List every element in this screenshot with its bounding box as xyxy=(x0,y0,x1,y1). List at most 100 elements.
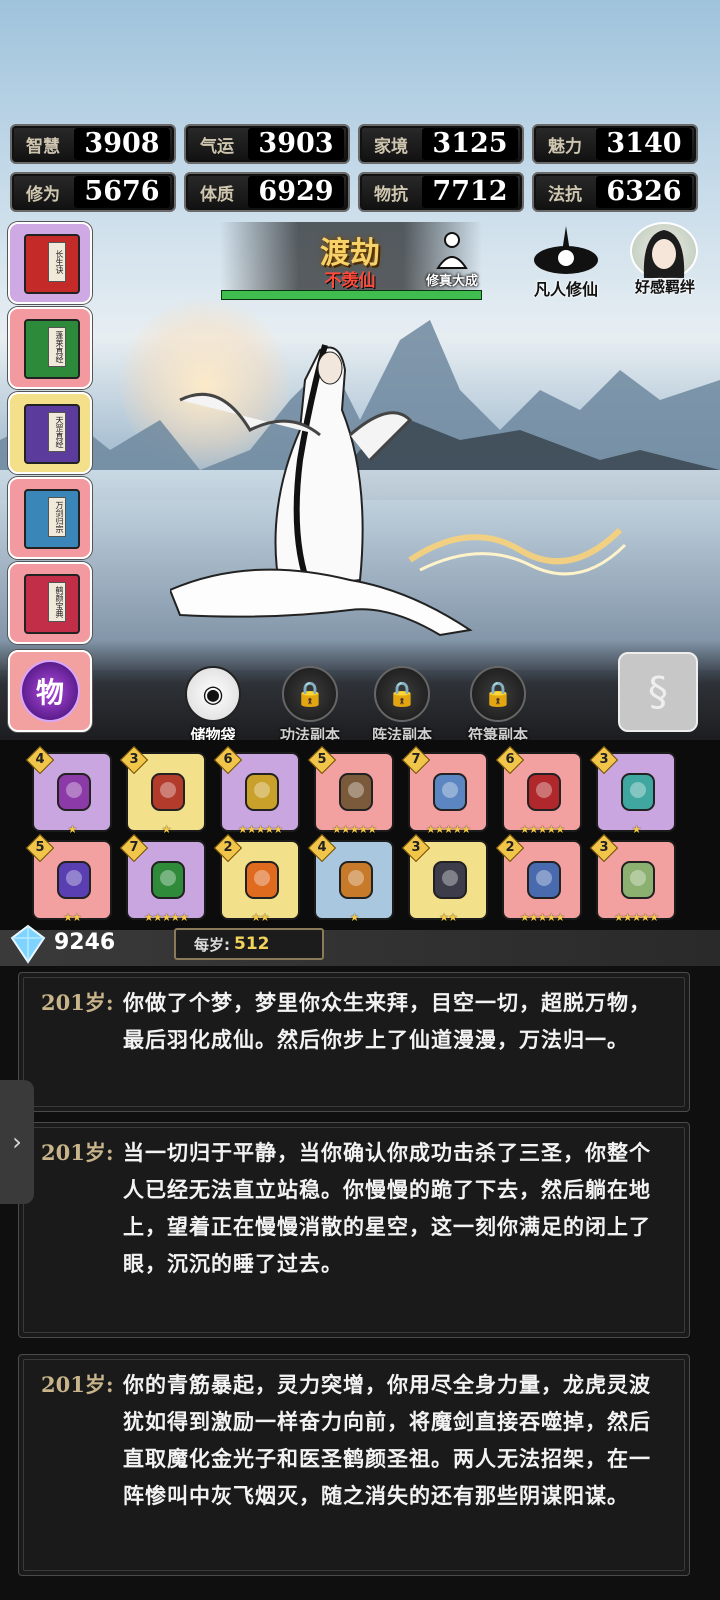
stat-label: 家境 xyxy=(374,136,408,157)
side-drawer-toggle[interactable]: › xyxy=(0,1080,34,1204)
level-value: 2 xyxy=(223,840,233,855)
equipment-icon xyxy=(334,768,378,816)
equipment-icon xyxy=(616,856,660,904)
skill-book-button[interactable]: 天罡真经 xyxy=(8,392,92,474)
equipment-icon xyxy=(52,768,96,816)
per-year-badge: 每岁: 512 xyxy=(174,928,324,960)
inventory-item[interactable]: 3 ★ xyxy=(119,745,206,836)
level-value: 5 xyxy=(317,752,327,767)
level-badge: 3 xyxy=(589,833,619,863)
star-rating: ★★★★★ xyxy=(519,911,565,924)
inventory-item[interactable]: 6 ★★★★★ xyxy=(495,745,582,836)
log-age: 201岁: xyxy=(41,1140,114,1165)
skill-book-button[interactable]: 蓬莱真经 xyxy=(8,307,92,389)
inventory-item[interactable]: 3 ★ xyxy=(589,745,676,836)
crystal-count: 9246 xyxy=(54,930,116,955)
level-badge: 6 xyxy=(495,745,525,775)
book-title: 蓬莱真经 xyxy=(48,327,66,367)
stat-label: 智慧 xyxy=(26,136,60,157)
star-rating: ★★★★★ xyxy=(331,823,377,836)
level-badge: 4 xyxy=(307,833,337,863)
lock-icon: 🔒 xyxy=(470,666,526,722)
inventory-item[interactable]: 3 ★★★★★ xyxy=(589,833,676,924)
equipment-icon xyxy=(522,856,566,904)
equipment-icon xyxy=(240,768,284,816)
stat-value: 3125 xyxy=(422,128,518,160)
log-entry: 201岁: 你做了个梦，梦里你众生来拜，目空一切，超脱万物，最后羽化成仙。然后你步… xyxy=(18,972,690,1112)
log-text: 当一切归于平静，当你确认你成功击杀了三圣，你整个人已经无法直立站稳。你慢慢的跪了… xyxy=(123,1141,651,1276)
level-badge: 2 xyxy=(495,833,525,863)
level-value: 2 xyxy=(505,840,515,855)
scroll-button[interactable]: § xyxy=(618,652,698,732)
life-log[interactable]: 201岁: 你做了个梦，梦里你众生来拜，目空一切，超脱万物，最后羽化成仙。然后你步… xyxy=(0,966,720,1600)
talisman-dungeon-tab[interactable]: 🔒 符箓副本 xyxy=(450,666,546,746)
book-title: 长生诀 xyxy=(48,242,66,282)
level-badge: 3 xyxy=(589,745,619,775)
skill-book-button[interactable]: 长生诀 xyxy=(8,222,92,304)
log-text: 你的青筋暴起，灵力突增，你用尽全身力量，龙虎灵波犹如得到激励一样奋力向前，将魔剑… xyxy=(123,1373,651,1508)
equipment-icon xyxy=(334,856,378,904)
level-value: 3 xyxy=(129,752,139,767)
star-rating: ★★★★★ xyxy=(519,823,565,836)
equipment-icon xyxy=(146,856,190,904)
level-badge: 2 xyxy=(213,833,243,863)
equipment-icon xyxy=(522,768,566,816)
inventory-item[interactable]: 4 ★ xyxy=(25,745,112,836)
star-rating: ★ xyxy=(67,823,78,836)
realm-subtitle: 不羡仙 xyxy=(324,271,376,291)
stat-box: 法抗 6326 xyxy=(532,172,698,212)
stat-label: 魅力 xyxy=(548,136,582,157)
skill-book-button[interactable]: 鹤颜宝典 xyxy=(8,562,92,644)
stat-box: 体质 6929 xyxy=(184,172,350,212)
spirit-crystal-icon xyxy=(10,924,46,964)
lock-icon: 🔒 xyxy=(282,666,338,722)
formation-dungeon-tab[interactable]: 🔒 阵法副本 xyxy=(354,666,450,746)
inventory-item[interactable]: 3 ★★ xyxy=(401,833,488,924)
inventory-item[interactable]: 7 ★★★★★ xyxy=(119,833,206,924)
item-badge-button[interactable]: 物 xyxy=(8,650,92,732)
inventory-grid: 4 ★ 3 ★ 6 ★★★★★ 5 ★★★★★ 7 ★★★★★ 6 ★★★★★ 3 ★ 5 ★★ 7 ★★★★★ 2… xyxy=(0,740,720,930)
affinity-button[interactable] xyxy=(630,222,698,280)
stat-value: 3908 xyxy=(74,128,170,160)
level-value: 7 xyxy=(129,840,139,855)
star-rating: ★★ xyxy=(251,911,270,924)
star-rating: ★★ xyxy=(63,911,82,924)
technique-dungeon-tab[interactable]: 🔒 功法副本 xyxy=(262,666,358,746)
star-rating: ★ xyxy=(631,823,642,836)
mortal-cultivation-button[interactable] xyxy=(530,222,602,278)
level-value: 3 xyxy=(599,840,609,855)
scroll-icon: § xyxy=(648,669,668,715)
inventory-item[interactable]: 2 ★★★★★ xyxy=(495,833,582,924)
skill-book-button[interactable]: 万剑归宗 xyxy=(8,477,92,559)
level-badge: 7 xyxy=(119,833,149,863)
level-value: 3 xyxy=(411,840,421,855)
realm-progress-bar xyxy=(221,290,482,300)
stat-box: 智慧 3908 xyxy=(10,124,176,164)
stat-value: 3140 xyxy=(596,128,692,160)
inventory-item[interactable]: 5 ★★★★★ xyxy=(307,745,394,836)
log-text: 你做了个梦，梦里你众生来拜，目空一切，超脱万物，最后羽化成仙。然后你步上了仙道漫… xyxy=(123,991,651,1052)
inventory-item[interactable]: 5 ★★ xyxy=(25,833,112,924)
level-badge: 5 xyxy=(307,745,337,775)
inventory-item[interactable]: 4 ★ xyxy=(307,833,394,924)
mortal-cultivation-label: 凡人修仙 xyxy=(533,280,598,299)
stat-value: 5676 xyxy=(74,176,170,208)
star-rating: ★★★★★ xyxy=(613,911,659,924)
meditation-icon xyxy=(436,232,468,269)
inventory-item[interactable]: 6 ★★★★★ xyxy=(213,745,300,836)
stat-label: 物抗 xyxy=(374,184,408,205)
equipment-icon xyxy=(52,856,96,904)
inventory-item[interactable]: 7 ★★★★★ xyxy=(401,745,488,836)
level-badge: 6 xyxy=(213,745,243,775)
stat-label: 法抗 xyxy=(548,184,582,205)
book-title: 天罡真经 xyxy=(48,412,66,452)
equipment-icon xyxy=(146,768,190,816)
inventory-item[interactable]: 2 ★★ xyxy=(213,833,300,924)
stat-box: 物抗 7712 xyxy=(358,172,524,212)
level-value: 6 xyxy=(223,752,233,767)
storage-bag-tab[interactable]: ◉ 储物袋 xyxy=(172,666,254,746)
log-entry: 201岁: 你的青筋暴起，灵力突增，你用尽全身力量，龙虎灵波犹如得到激励一样奋力向… xyxy=(18,1354,690,1576)
equipment-icon xyxy=(428,856,472,904)
log-age: 201岁: xyxy=(41,990,114,1015)
affinity-label: 好感羁绊 xyxy=(634,278,695,296)
